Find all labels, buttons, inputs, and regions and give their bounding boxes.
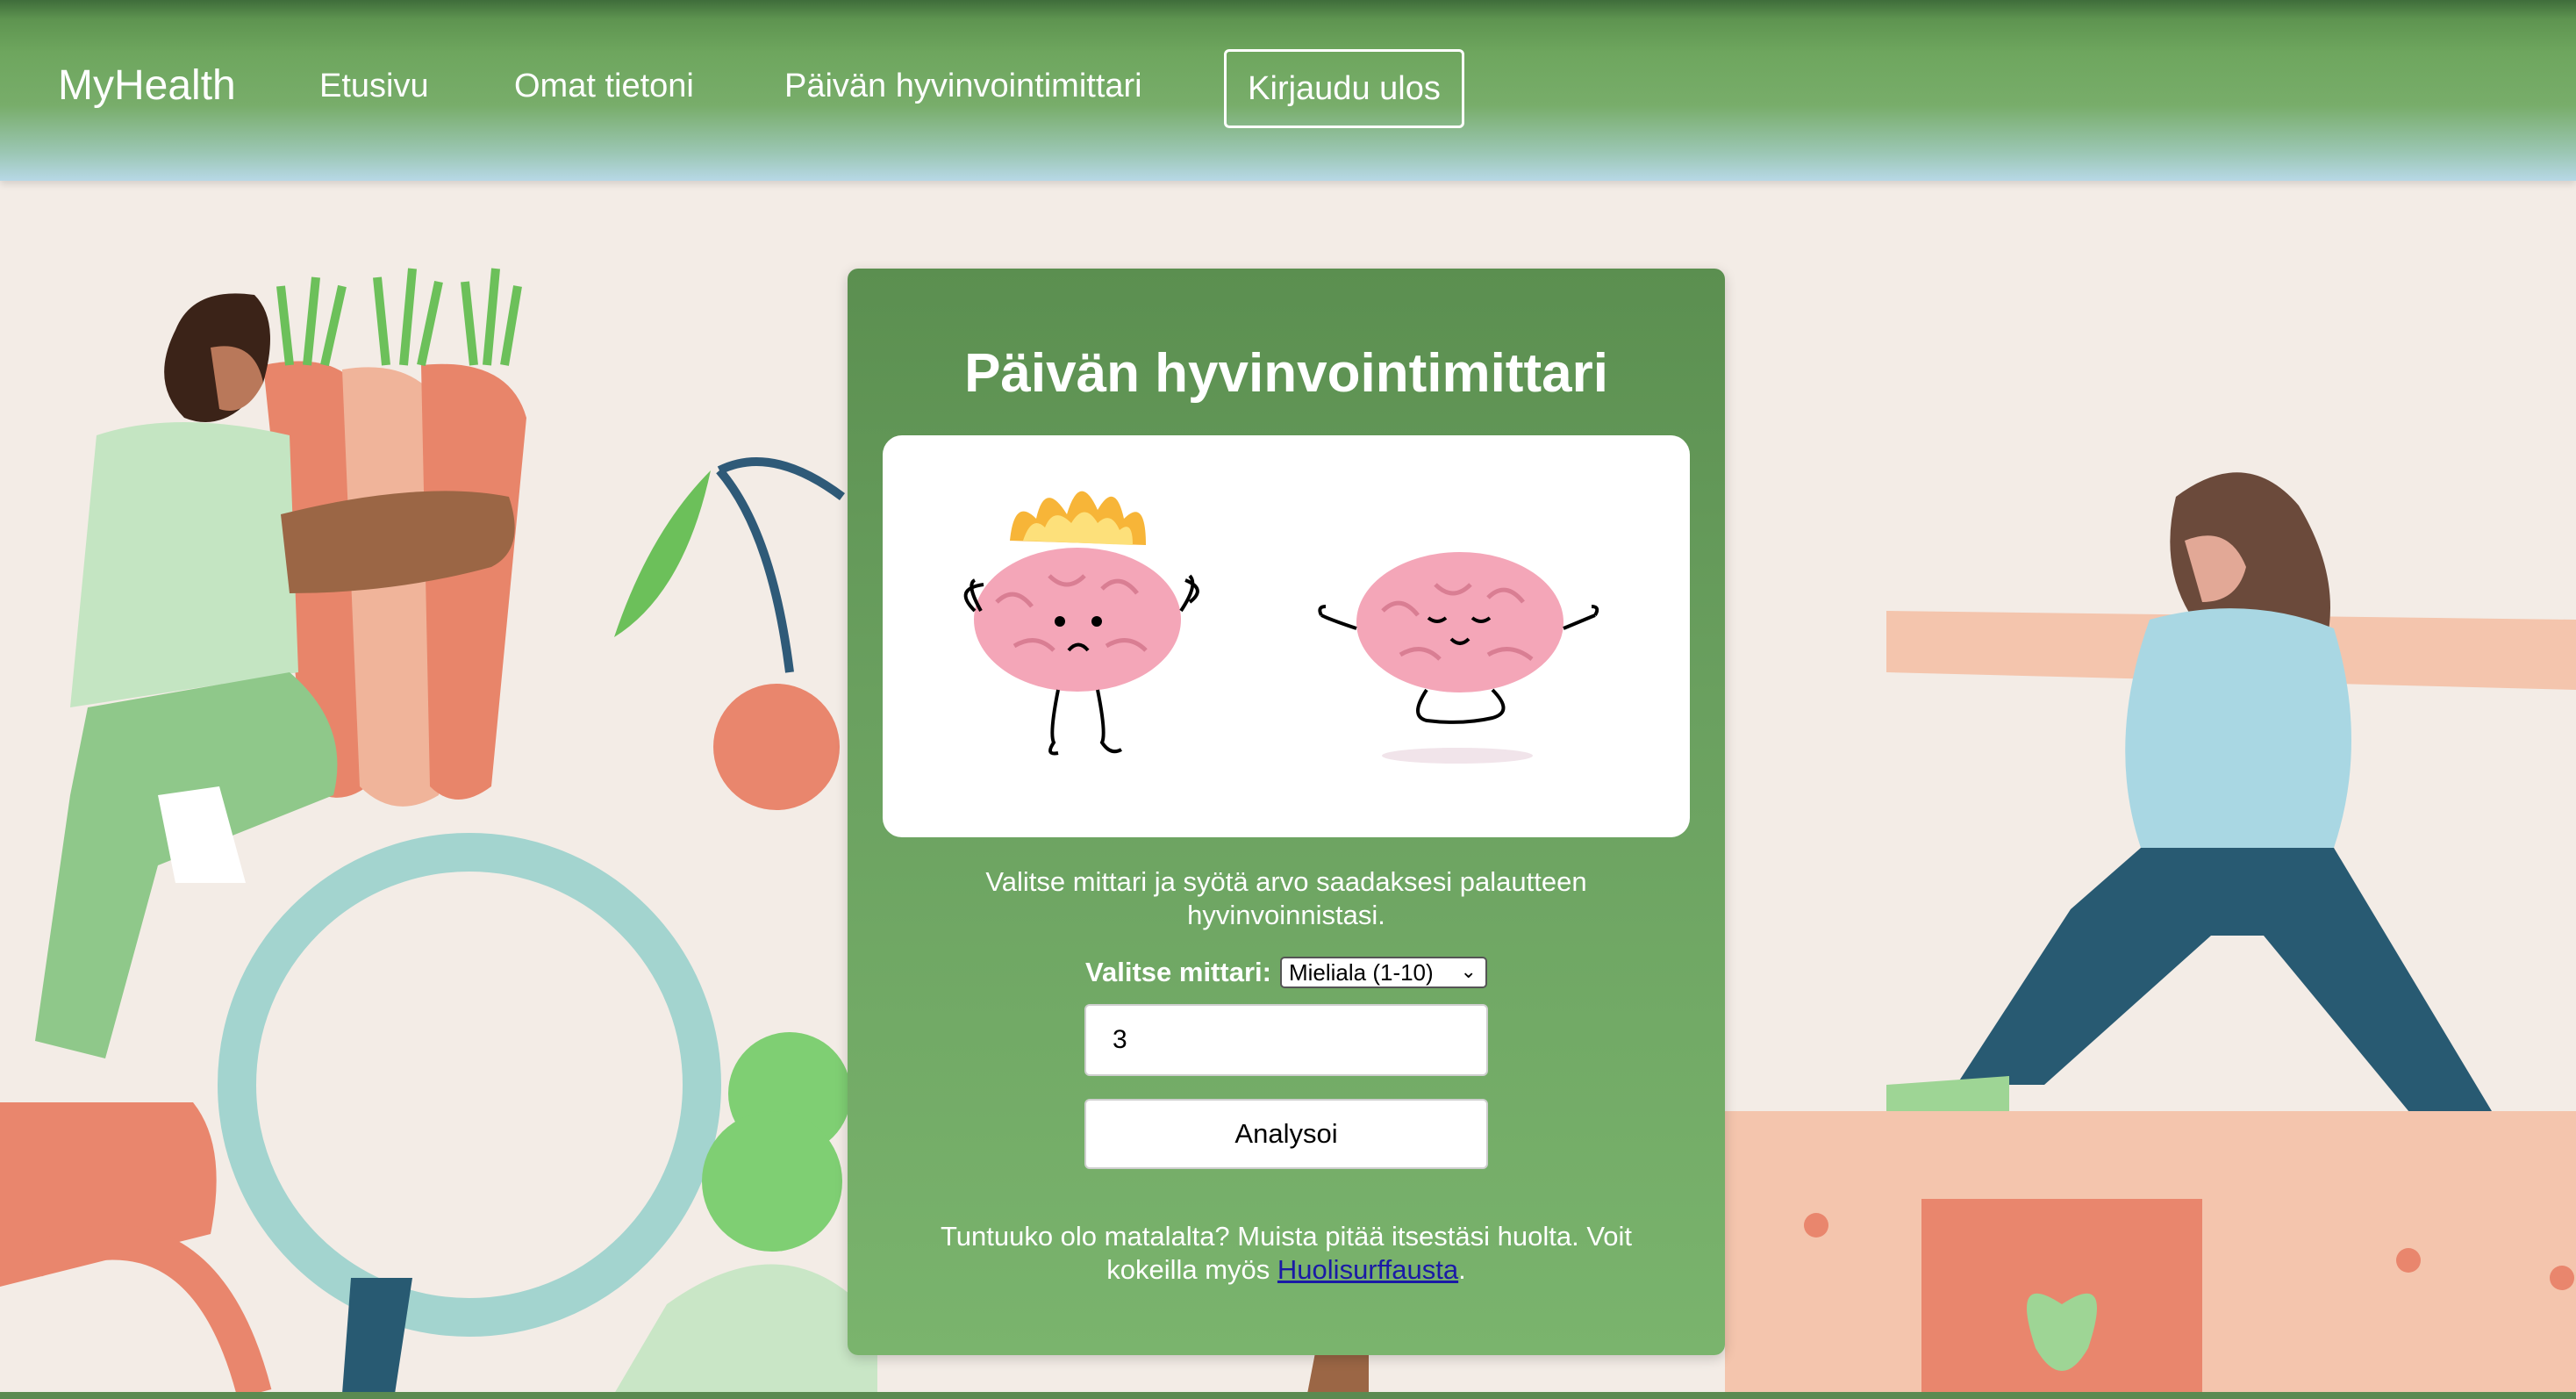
brain-image xyxy=(883,435,1690,837)
value-input[interactable]: 3 xyxy=(1084,1004,1488,1076)
logout-button[interactable]: Kirjaudu ulos xyxy=(1224,49,1464,128)
instructions-text: Valitse mittari ja syötä arvo saadaksesi… xyxy=(985,866,1587,930)
bottom-strip xyxy=(0,1392,2576,1399)
wellbeing-card: Päivän hyvinvointimittari Valitse mittar… xyxy=(848,269,1725,1355)
nav-link-hyvinvointimittari[interactable]: Päivän hyvinvointimittari xyxy=(784,65,1142,107)
angry-brain-icon xyxy=(963,491,1199,756)
analyze-button[interactable]: Analysoi xyxy=(1084,1099,1488,1169)
brand-logo[interactable]: MyHealth xyxy=(58,61,236,111)
calm-brain-icon xyxy=(1318,552,1599,764)
metric-select[interactable]: Mieliala (1-10) ⌄ xyxy=(1279,957,1487,988)
top-navbar: MyHealth Etusivu Omat tietoni Päivän hyv… xyxy=(0,0,2576,181)
huolisurffaus-link[interactable]: Huolisurffausta xyxy=(1277,1254,1458,1285)
card-title: Päivän hyvinvointimittari xyxy=(964,343,1608,404)
nav-link-etusivu[interactable]: Etusivu xyxy=(319,65,429,107)
metric-select-row: Valitse mittari: Mieliala (1-10) ⌄ xyxy=(848,957,1725,988)
metric-select-label: Valitse mittari: xyxy=(1085,957,1271,987)
feedback-text: Tuntuuko olo matalalta? Muista pitää its… xyxy=(909,1220,1664,1287)
chevron-down-icon: ⌄ xyxy=(1460,960,1477,982)
feedback-end: . xyxy=(1458,1254,1466,1285)
metric-select-value: Mieliala (1-10) xyxy=(1288,958,1434,986)
nav-link-omat-tietoni[interactable]: Omat tietoni xyxy=(514,65,694,107)
